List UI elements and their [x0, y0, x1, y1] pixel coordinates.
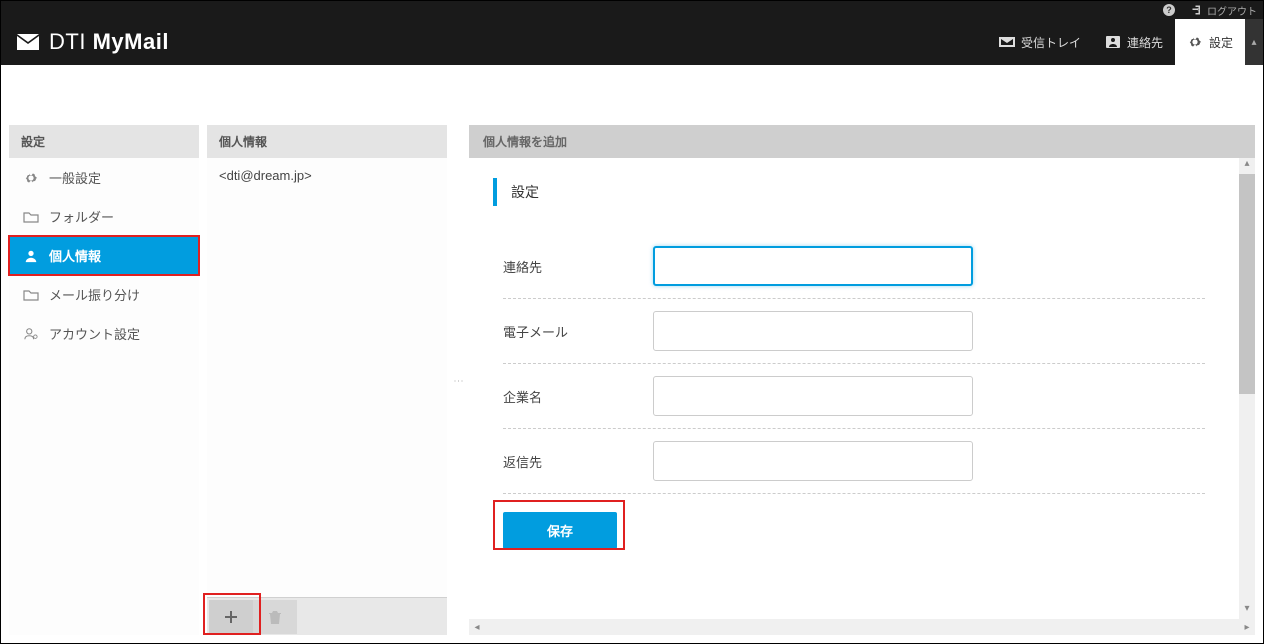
- horizontal-scrollbar[interactable]: ◂ ▸: [469, 619, 1255, 635]
- help-icon[interactable]: ?: [1163, 4, 1175, 16]
- identities-panel: 個人情報 <dti@dream.jp>: [207, 125, 447, 635]
- company-input[interactable]: [653, 376, 973, 416]
- identity-entry[interactable]: <dti@dream.jp>: [219, 168, 435, 183]
- settings-item-account[interactable]: アカウント設定: [9, 314, 199, 353]
- folder-icon: [23, 288, 39, 302]
- nav-settings-label: 設定: [1209, 34, 1233, 51]
- settings-sidebar-title: 設定: [9, 125, 199, 158]
- logout-icon: [1191, 4, 1203, 16]
- email-input[interactable]: [653, 311, 973, 351]
- form-label: 企業名: [503, 387, 653, 406]
- settings-item-label: 個人情報: [49, 246, 101, 265]
- form-label: 連絡先: [503, 257, 653, 276]
- add-identity-button[interactable]: [209, 600, 253, 634]
- header-nav: 受信トレイ 連絡先 設定 ▴: [987, 19, 1263, 65]
- settings-item-label: アカウント設定: [49, 324, 140, 343]
- form-label: 電子メール: [503, 322, 653, 341]
- contacts-icon: [1105, 35, 1121, 49]
- main-title: 個人情報を追加: [469, 125, 1255, 158]
- form-row-contact: 連絡先: [503, 234, 1205, 299]
- nav-inbox[interactable]: 受信トレイ: [987, 19, 1093, 65]
- settings-item-label: フォルダー: [49, 207, 114, 226]
- trash-icon: [268, 609, 282, 625]
- nav-contacts-label: 連絡先: [1127, 34, 1163, 51]
- save-button[interactable]: 保存: [503, 512, 617, 549]
- main-panel: 個人情報を追加 設定 連絡先 電子メール 企業名: [469, 125, 1255, 635]
- settings-item-folders[interactable]: フォルダー: [9, 197, 199, 236]
- logo: DTI MyMail: [15, 29, 169, 55]
- form-row-replyto: 返信先: [503, 429, 1205, 494]
- inbox-icon: [999, 35, 1015, 49]
- settings-item-label: 一般設定: [49, 168, 101, 187]
- settings-sidebar: 設定 一般設定 フォルダー 個人情報 メール振り分け: [9, 125, 199, 635]
- identities-footer: [207, 597, 447, 635]
- form-label: 返信先: [503, 452, 653, 471]
- nav-contacts[interactable]: 連絡先: [1093, 19, 1175, 65]
- main-body: 設定 連絡先 電子メール 企業名 返信先: [469, 158, 1239, 619]
- settings-item-identities[interactable]: 個人情報: [9, 236, 199, 275]
- header: DTI MyMail 受信トレイ 連絡先 設定 ▴: [1, 19, 1263, 65]
- settings-item-filters[interactable]: メール振り分け: [9, 275, 199, 314]
- logout-label: ログアウト: [1207, 3, 1257, 18]
- logout-link[interactable]: ログアウト: [1191, 3, 1257, 18]
- form-row-email: 電子メール: [503, 299, 1205, 364]
- person-icon: [23, 249, 39, 263]
- settings-item-label: メール振り分け: [49, 285, 140, 304]
- account-icon: [23, 327, 39, 341]
- plus-icon: [223, 609, 239, 625]
- delete-identity-button[interactable]: [253, 600, 297, 634]
- folder-icon: [23, 210, 39, 224]
- nav-chevron[interactable]: ▴: [1245, 19, 1263, 65]
- mail-icon: [15, 32, 41, 52]
- settings-item-general[interactable]: 一般設定: [9, 158, 199, 197]
- vertical-scrollbar[interactable]: ▴ ▾: [1239, 158, 1255, 619]
- topbar: ? ログアウト: [1, 1, 1263, 19]
- nav-settings[interactable]: 設定: [1175, 19, 1245, 65]
- column-splitter[interactable]: ⋮: [455, 125, 461, 635]
- gear-icon: [23, 171, 39, 185]
- identities-title: 個人情報: [207, 125, 447, 158]
- replyto-input[interactable]: [653, 441, 973, 481]
- nav-inbox-label: 受信トレイ: [1021, 34, 1081, 51]
- contact-input[interactable]: [653, 246, 973, 286]
- scrollbar-thumb[interactable]: [1239, 174, 1255, 394]
- form-row-company: 企業名: [503, 364, 1205, 429]
- gear-icon: [1187, 35, 1203, 49]
- section-title: 設定: [493, 178, 1215, 206]
